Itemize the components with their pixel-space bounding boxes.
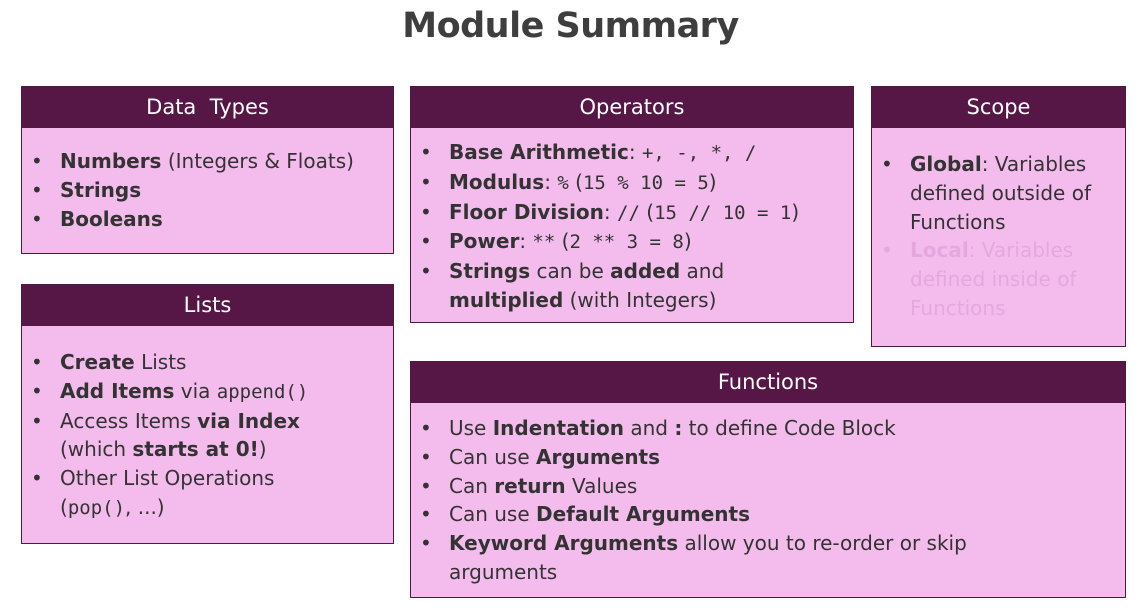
list-item: Other List Operations(pop(), ...) — [31, 464, 308, 523]
list-item: Access Items via Index(which starts at 0… — [31, 407, 308, 465]
bullet-icon — [420, 472, 440, 501]
bullet-icon — [31, 205, 51, 234]
list-item: Create Lists — [31, 348, 308, 377]
bullet-icon — [420, 198, 440, 227]
bullet-icon — [881, 150, 901, 179]
operators-card: Operators Base Arithmetic: +, -, *, / Mo… — [410, 86, 854, 323]
bullet-icon — [31, 147, 51, 176]
bullet-icon — [31, 176, 51, 205]
list-item: Floor Division: // (15 // 10 = 1) — [420, 198, 799, 228]
scope-card: Scope Global: Variablesdefined outside o… — [871, 86, 1126, 347]
list-item: Can use Arguments — [420, 443, 967, 472]
functions-header: Functions — [411, 362, 1125, 403]
bullet-icon — [31, 464, 51, 493]
bullet-icon — [420, 529, 440, 558]
data-types-card: Data Types Numbers (Integers & Floats) S… — [21, 86, 394, 254]
list-item: Keyword Arguments allow you to re-order … — [420, 529, 967, 587]
bullet-icon — [31, 348, 51, 377]
list-item: Power: ** (2 ** 3 = 8) — [420, 227, 799, 257]
scope-header: Scope — [872, 87, 1125, 128]
list-item: Booleans — [31, 205, 354, 234]
bullet-icon — [420, 414, 440, 443]
bullet-icon — [420, 138, 440, 167]
list-item: Strings — [31, 176, 354, 205]
bullet-icon — [420, 257, 440, 286]
list-item-faded: Local: Variablesdefined inside ofFunctio… — [881, 236, 1091, 322]
bullet-icon — [420, 227, 440, 256]
lists-card: Lists Create Lists Add Items via append(… — [21, 284, 394, 544]
list-item: Modulus: % (15 % 10 = 5) — [420, 168, 799, 198]
bullet-icon — [31, 377, 51, 406]
list-item: Strings can be added andmultiplied (with… — [420, 257, 799, 315]
bullet-icon — [420, 443, 440, 472]
bullet-icon — [420, 500, 440, 529]
bullet-icon — [31, 407, 51, 436]
lists-header: Lists — [22, 285, 393, 326]
list-item: Numbers (Integers & Floats) — [31, 147, 354, 176]
list-item: Global: Variablesdefined outside ofFunct… — [881, 150, 1091, 236]
list-item: Base Arithmetic: +, -, *, / — [420, 138, 799, 168]
list-item: Add Items via append() — [31, 377, 308, 407]
operators-header: Operators — [411, 87, 853, 128]
list-item: Can use Default Arguments — [420, 500, 967, 529]
functions-card: Functions Use Indentation and : to defin… — [410, 361, 1126, 598]
list-item: Can return Values — [420, 472, 967, 501]
bullet-icon — [420, 168, 440, 197]
page-title: Module Summary — [402, 6, 739, 46]
bullet-icon — [881, 236, 901, 265]
list-item: Use Indentation and : to define Code Blo… — [420, 414, 967, 443]
data-types-header: Data Types — [22, 87, 393, 128]
